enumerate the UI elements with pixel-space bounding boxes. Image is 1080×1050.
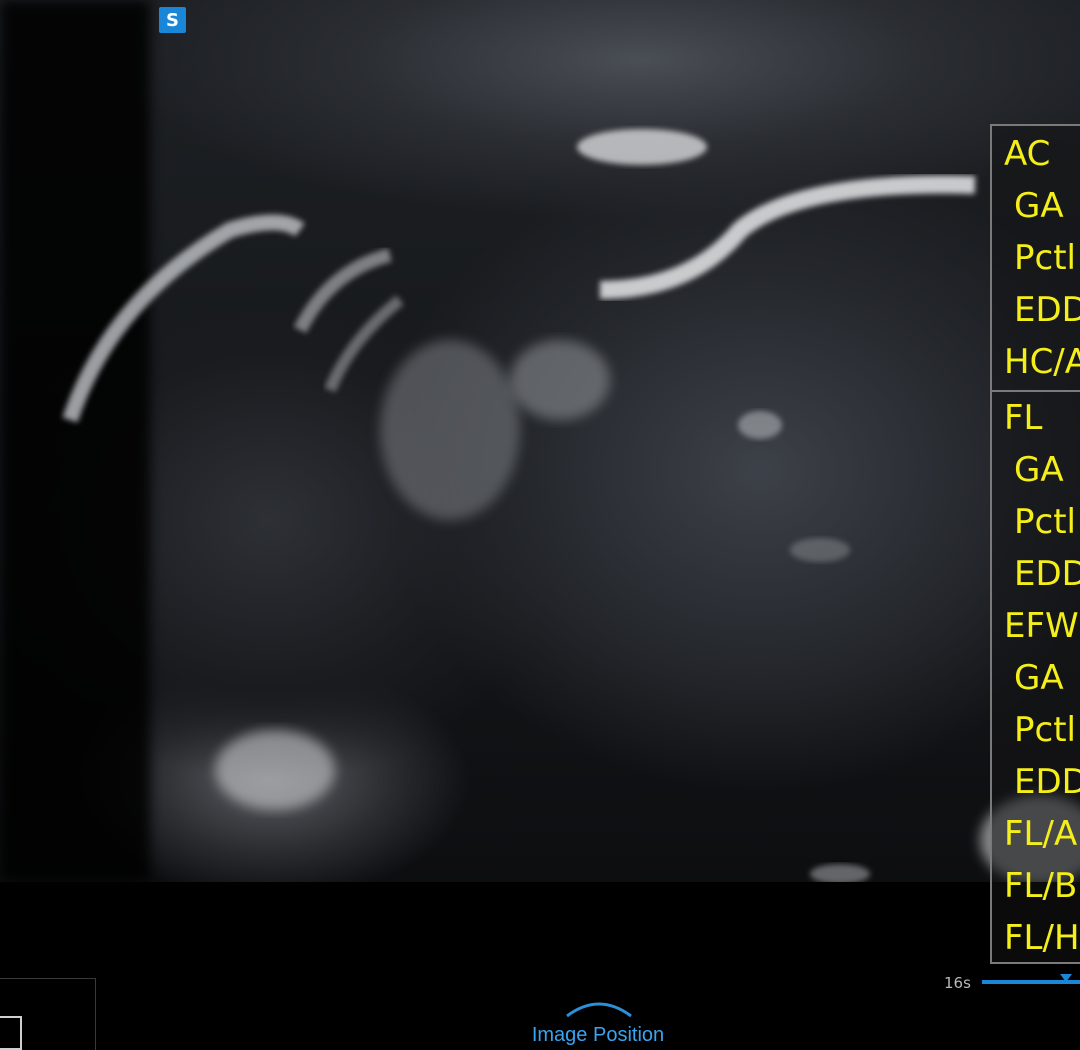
measurement-label: FL/A	[1004, 814, 1078, 854]
measurement-label: Pctl	[1014, 238, 1076, 278]
measurement-label: EFW	[1004, 606, 1079, 646]
measurement-label: Pctl	[1014, 502, 1076, 542]
image-position-button[interactable]: Image Position	[520, 1024, 676, 1047]
measurement-label: FL	[1004, 398, 1043, 438]
ultrasound-image: S	[0, 0, 1080, 882]
measurement-label: GA	[1014, 658, 1064, 698]
measurement-label: FL/B	[1004, 866, 1078, 906]
arc-icon	[566, 1002, 632, 1018]
measurement-label: EDD	[1014, 762, 1080, 802]
measurement-panel: AC GA Pctl EDD HC/A FL GA Pctl EDD EFW G…	[990, 124, 1080, 964]
probe-badge: S	[159, 7, 186, 33]
measurement-label: FL/H	[1004, 918, 1080, 958]
measurement-label: HC/A	[1004, 342, 1080, 382]
thumbnail-indicator[interactable]	[0, 1016, 22, 1050]
cine-marker-icon[interactable]	[1060, 974, 1072, 982]
measurement-label: AC	[1004, 134, 1051, 174]
measurement-label: GA	[1014, 450, 1064, 490]
measurement-label: EDD	[1014, 290, 1080, 330]
measurement-label: GA	[1014, 186, 1064, 226]
cine-duration-label: 16s	[944, 974, 971, 992]
measurement-label: Pctl	[1014, 710, 1076, 750]
measurement-label: EDD	[1014, 554, 1080, 594]
ultrasound-structures	[0, 0, 1080, 882]
